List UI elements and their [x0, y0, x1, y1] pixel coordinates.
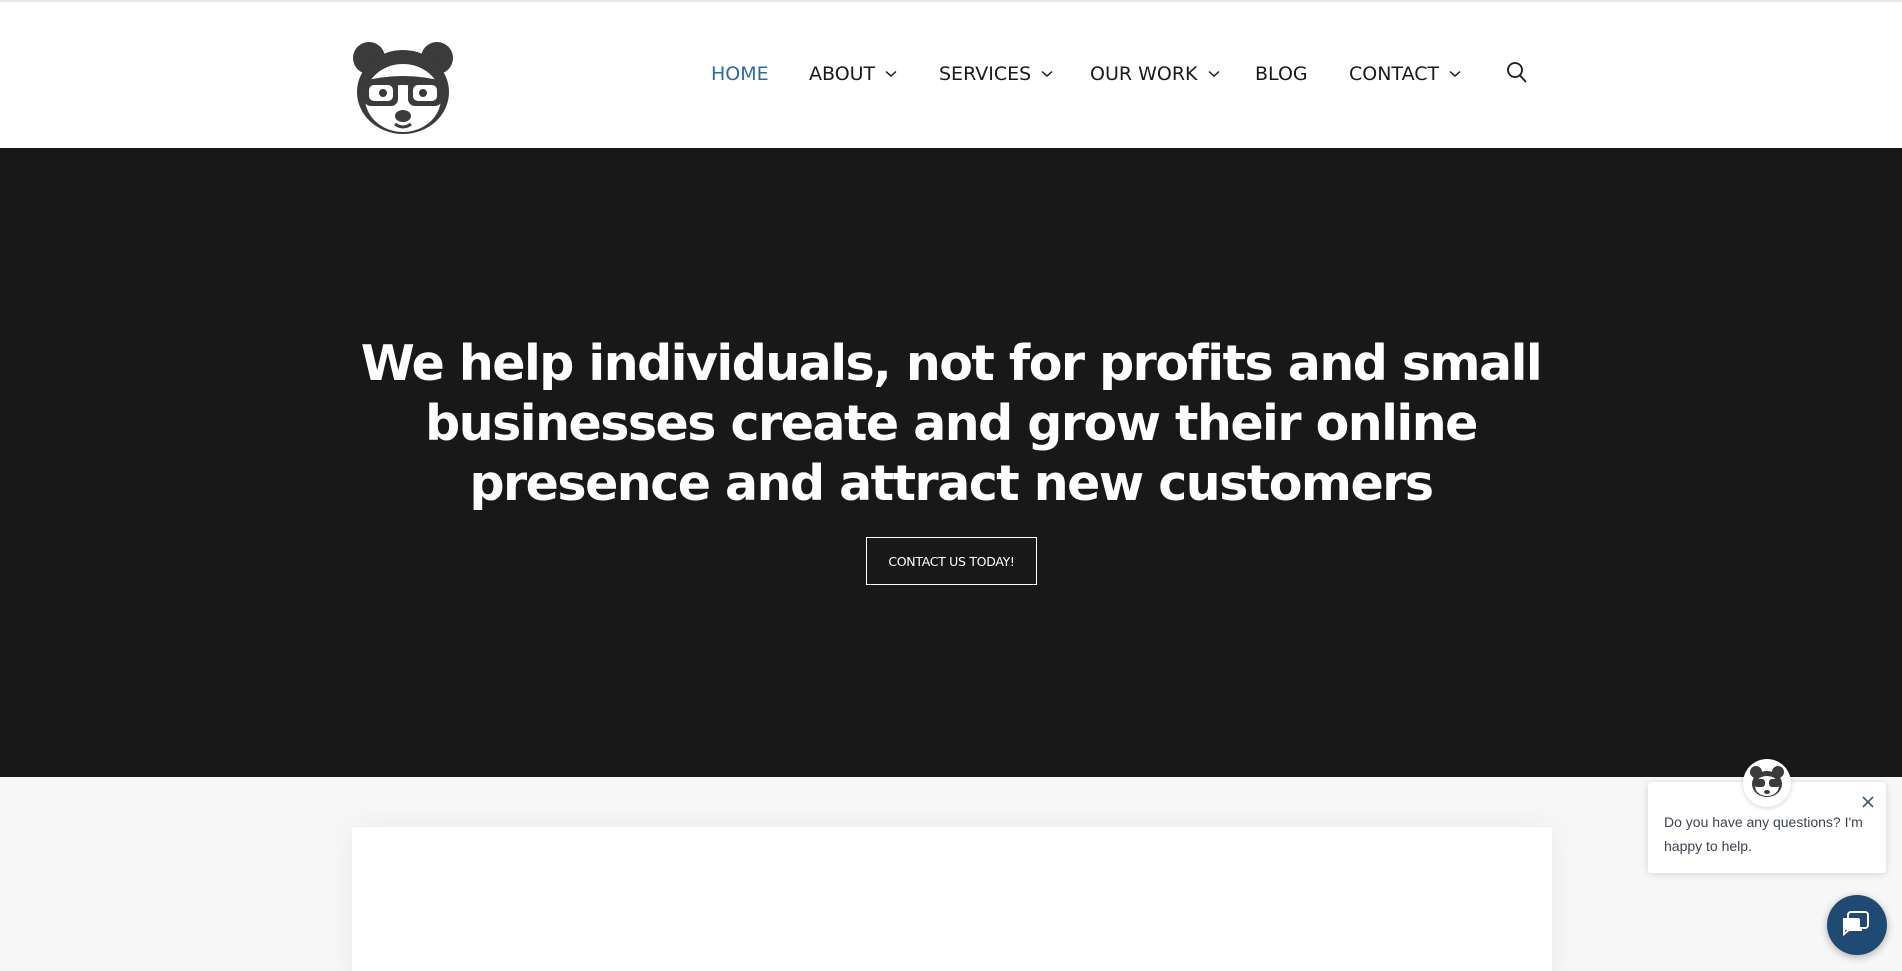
search-button[interactable]: [1506, 61, 1528, 85]
chat-message: Do you have any questions? I'm happy to …: [1664, 814, 1863, 854]
chat-bubble-icon: [1843, 911, 1869, 937]
nav-blog[interactable]: BLOG: [1255, 59, 1308, 89]
search-icon: [1507, 62, 1527, 83]
chevron-down-icon: [1208, 70, 1220, 78]
chat-close-button[interactable]: [1860, 794, 1876, 810]
main-nav: HOME ABOUT SERVICES OUR WORK BLOG CONTAC…: [0, 2, 1902, 148]
nav-contact-label: CONTACT: [1349, 63, 1440, 85]
site-header: HOME ABOUT SERVICES OUR WORK BLOG CONTAC…: [0, 2, 1902, 148]
nav-our-work[interactable]: OUR WORK: [1090, 59, 1220, 89]
hero-section: We help individuals, not for profits and…: [0, 148, 1902, 777]
nav-blog-label: BLOG: [1255, 63, 1308, 85]
nav-about[interactable]: ABOUT: [809, 59, 897, 89]
chevron-down-icon: [1449, 70, 1461, 78]
nav-services[interactable]: SERVICES: [939, 59, 1053, 89]
close-icon: [1862, 796, 1874, 808]
nav-services-label: SERVICES: [939, 63, 1032, 85]
chevron-down-icon: [1041, 70, 1053, 78]
nav-home-label: HOME: [711, 63, 769, 85]
nav-our-work-label: OUR WORK: [1090, 63, 1198, 85]
chat-launcher-button[interactable]: [1827, 895, 1887, 955]
nav-home[interactable]: HOME: [711, 59, 769, 89]
contact-us-button[interactable]: CONTACT US TODAY!: [866, 537, 1037, 585]
chevron-down-icon: [885, 70, 897, 78]
nav-contact[interactable]: CONTACT: [1349, 59, 1461, 89]
nav-about-label: ABOUT: [809, 63, 876, 85]
panda-avatar-icon: [1750, 766, 1784, 797]
content-card: [352, 827, 1552, 971]
chat-avatar: [1743, 759, 1791, 807]
hero-title: We help individuals, not for profits and…: [360, 335, 1543, 512]
